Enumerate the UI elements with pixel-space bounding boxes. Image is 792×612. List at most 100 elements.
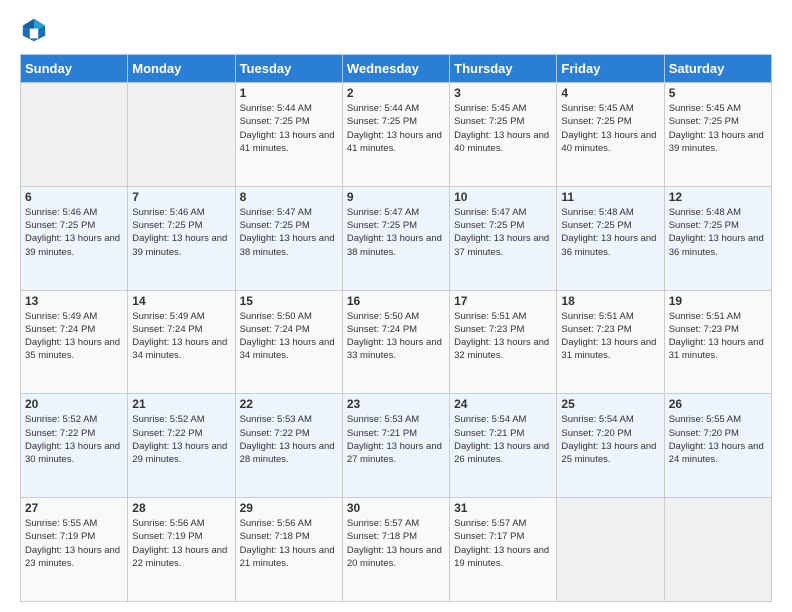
day-info: Sunrise: 5:56 AMSunset: 7:18 PMDaylight:…	[240, 517, 338, 570]
calendar-cell: 13Sunrise: 5:49 AMSunset: 7:24 PMDayligh…	[21, 290, 128, 394]
calendar-cell: 10 Sunrise: 5:47 AMSunset: 7:25 PMDayligh…	[450, 186, 557, 290]
day-number: 12	[669, 190, 767, 204]
day-info: Sunrise: 5:52 AMSunset: 7:22 PMDaylight:…	[25, 413, 123, 466]
calendar-cell: 14 Sunrise: 5:49 AMSunset: 7:24 PMDayligh…	[128, 290, 235, 394]
calendar-cell: 25Sunrise: 5:54 AMSunset: 7:20 PMDayligh…	[557, 394, 664, 498]
day-info: Sunrise: 5:48 AMSunset: 7:25 PMDaylight:…	[669, 206, 767, 259]
day-info: Sunrise: 5:53 AMSunset: 7:22 PMDaylight:…	[240, 413, 338, 466]
day-info: Sunrise: 5:45 AMSunset: 7:25 PMDaylight:…	[669, 102, 767, 155]
calendar-cell: 2Sunrise: 5:44 AMSunset: 7:25 PMDaylight…	[342, 83, 449, 187]
calendar-cell	[557, 498, 664, 602]
day-number: 19	[669, 294, 767, 308]
calendar-cell: 7 Sunrise: 5:46 AMSunset: 7:25 PMDaylight…	[128, 186, 235, 290]
calendar-cell: 18 Sunrise: 5:51 AMSunset: 7:23 PMDayligh…	[557, 290, 664, 394]
day-number: 10	[454, 190, 552, 204]
calendar-cell	[21, 83, 128, 187]
day-info: Sunrise: 5:53 AMSunset: 7:21 PMDaylight:…	[347, 413, 445, 466]
day-number: 15	[240, 294, 338, 308]
page: SundayMondayTuesdayWednesdayThursdayFrid…	[0, 0, 792, 612]
calendar-cell: 23 Sunrise: 5:53 AMSunset: 7:21 PMDayligh…	[342, 394, 449, 498]
calendar-cell: 12 Sunrise: 5:48 AMSunset: 7:25 PMDayligh…	[664, 186, 771, 290]
day-info: Sunrise: 5:49 AMSunset: 7:24 PMDaylight:…	[25, 310, 123, 363]
calendar-body: 1 Sunrise: 5:44 AMSunset: 7:25 PMDaylight…	[21, 83, 772, 602]
day-number: 11	[561, 190, 659, 204]
day-header-thursday: Thursday	[450, 55, 557, 83]
day-info: Sunrise: 5:51 AMSunset: 7:23 PMDaylight:…	[669, 310, 767, 363]
calendar-cell: 8Sunrise: 5:47 AMSunset: 7:25 PMDaylight…	[235, 186, 342, 290]
day-number: 5	[669, 86, 767, 100]
logo-icon	[20, 16, 48, 44]
calendar-header: SundayMondayTuesdayWednesdayThursdayFrid…	[21, 55, 772, 83]
calendar-cell: 1 Sunrise: 5:44 AMSunset: 7:25 PMDaylight…	[235, 83, 342, 187]
day-number: 21	[132, 397, 230, 411]
calendar-cell	[664, 498, 771, 602]
day-number: 4	[561, 86, 659, 100]
day-info: Sunrise: 5:51 AMSunset: 7:23 PMDaylight:…	[561, 310, 659, 363]
calendar-week-5: 27 Sunrise: 5:55 AMSunset: 7:19 PMDayligh…	[21, 498, 772, 602]
day-info: Sunrise: 5:47 AMSunset: 7:25 PMDaylight:…	[347, 206, 445, 259]
day-header-monday: Monday	[128, 55, 235, 83]
day-info: Sunrise: 5:46 AMSunset: 7:25 PMDaylight:…	[25, 206, 123, 259]
calendar-cell: 17 Sunrise: 5:51 AMSunset: 7:23 PMDayligh…	[450, 290, 557, 394]
calendar-cell: 21 Sunrise: 5:52 AMSunset: 7:22 PMDayligh…	[128, 394, 235, 498]
day-number: 16	[347, 294, 445, 308]
day-number: 29	[240, 501, 338, 515]
calendar-week-4: 20 Sunrise: 5:52 AMSunset: 7:22 PMDayligh…	[21, 394, 772, 498]
day-number: 23	[347, 397, 445, 411]
day-number: 22	[240, 397, 338, 411]
day-info: Sunrise: 5:44 AMSunset: 7:25 PMDaylight:…	[240, 102, 338, 155]
day-info: Sunrise: 5:45 AMSunset: 7:25 PMDaylight:…	[454, 102, 552, 155]
calendar-cell: 4Sunrise: 5:45 AMSunset: 7:25 PMDaylight…	[557, 83, 664, 187]
calendar-cell: 24 Sunrise: 5:54 AMSunset: 7:21 PMDayligh…	[450, 394, 557, 498]
calendar-cell: 20 Sunrise: 5:52 AMSunset: 7:22 PMDayligh…	[21, 394, 128, 498]
day-info: Sunrise: 5:51 AMSunset: 7:23 PMDaylight:…	[454, 310, 552, 363]
calendar-cell: 28Sunrise: 5:56 AMSunset: 7:19 PMDayligh…	[128, 498, 235, 602]
day-info: Sunrise: 5:55 AMSunset: 7:19 PMDaylight:…	[25, 517, 123, 570]
day-number: 18	[561, 294, 659, 308]
calendar-cell: 29 Sunrise: 5:56 AMSunset: 7:18 PMDayligh…	[235, 498, 342, 602]
day-number: 26	[669, 397, 767, 411]
day-header-sunday: Sunday	[21, 55, 128, 83]
day-number: 8	[240, 190, 338, 204]
calendar-cell: 31 Sunrise: 5:57 AMSunset: 7:17 PMDayligh…	[450, 498, 557, 602]
day-info: Sunrise: 5:46 AMSunset: 7:25 PMDaylight:…	[132, 206, 230, 259]
day-info: Sunrise: 5:52 AMSunset: 7:22 PMDaylight:…	[132, 413, 230, 466]
day-number: 30	[347, 501, 445, 515]
day-info: Sunrise: 5:48 AMSunset: 7:25 PMDaylight:…	[561, 206, 659, 259]
day-number: 28	[132, 501, 230, 515]
calendar-cell: 6 Sunrise: 5:46 AMSunset: 7:25 PMDaylight…	[21, 186, 128, 290]
day-header-saturday: Saturday	[664, 55, 771, 83]
day-info: Sunrise: 5:49 AMSunset: 7:24 PMDaylight:…	[132, 310, 230, 363]
day-number: 6	[25, 190, 123, 204]
calendar-cell: 9Sunrise: 5:47 AMSunset: 7:25 PMDaylight…	[342, 186, 449, 290]
day-number: 14	[132, 294, 230, 308]
calendar-cell: 22 Sunrise: 5:53 AMSunset: 7:22 PMDayligh…	[235, 394, 342, 498]
day-number: 3	[454, 86, 552, 100]
day-info: Sunrise: 5:54 AMSunset: 7:21 PMDaylight:…	[454, 413, 552, 466]
day-number: 7	[132, 190, 230, 204]
day-info: Sunrise: 5:44 AMSunset: 7:25 PMDaylight:…	[347, 102, 445, 155]
day-info: Sunrise: 5:57 AMSunset: 7:17 PMDaylight:…	[454, 517, 552, 570]
calendar-table: SundayMondayTuesdayWednesdayThursdayFrid…	[20, 54, 772, 602]
day-info: Sunrise: 5:55 AMSunset: 7:20 PMDaylight:…	[669, 413, 767, 466]
day-number: 1	[240, 86, 338, 100]
day-info: Sunrise: 5:57 AMSunset: 7:18 PMDaylight:…	[347, 517, 445, 570]
calendar-cell: 11 Sunrise: 5:48 AMSunset: 7:25 PMDayligh…	[557, 186, 664, 290]
day-number: 25	[561, 397, 659, 411]
day-number: 31	[454, 501, 552, 515]
day-header-tuesday: Tuesday	[235, 55, 342, 83]
calendar-cell: 19 Sunrise: 5:51 AMSunset: 7:23 PMDayligh…	[664, 290, 771, 394]
calendar-week-1: 1 Sunrise: 5:44 AMSunset: 7:25 PMDaylight…	[21, 83, 772, 187]
day-number: 24	[454, 397, 552, 411]
header-row: SundayMondayTuesdayWednesdayThursdayFrid…	[21, 55, 772, 83]
day-number: 20	[25, 397, 123, 411]
day-number: 17	[454, 294, 552, 308]
day-number: 27	[25, 501, 123, 515]
calendar-cell: 15Sunrise: 5:50 AMSunset: 7:24 PMDayligh…	[235, 290, 342, 394]
calendar-cell: 16 Sunrise: 5:50 AMSunset: 7:24 PMDayligh…	[342, 290, 449, 394]
logo	[20, 16, 52, 44]
day-info: Sunrise: 5:47 AMSunset: 7:25 PMDaylight:…	[454, 206, 552, 259]
calendar-week-3: 13Sunrise: 5:49 AMSunset: 7:24 PMDayligh…	[21, 290, 772, 394]
day-info: Sunrise: 5:50 AMSunset: 7:24 PMDaylight:…	[347, 310, 445, 363]
calendar-week-2: 6 Sunrise: 5:46 AMSunset: 7:25 PMDaylight…	[21, 186, 772, 290]
